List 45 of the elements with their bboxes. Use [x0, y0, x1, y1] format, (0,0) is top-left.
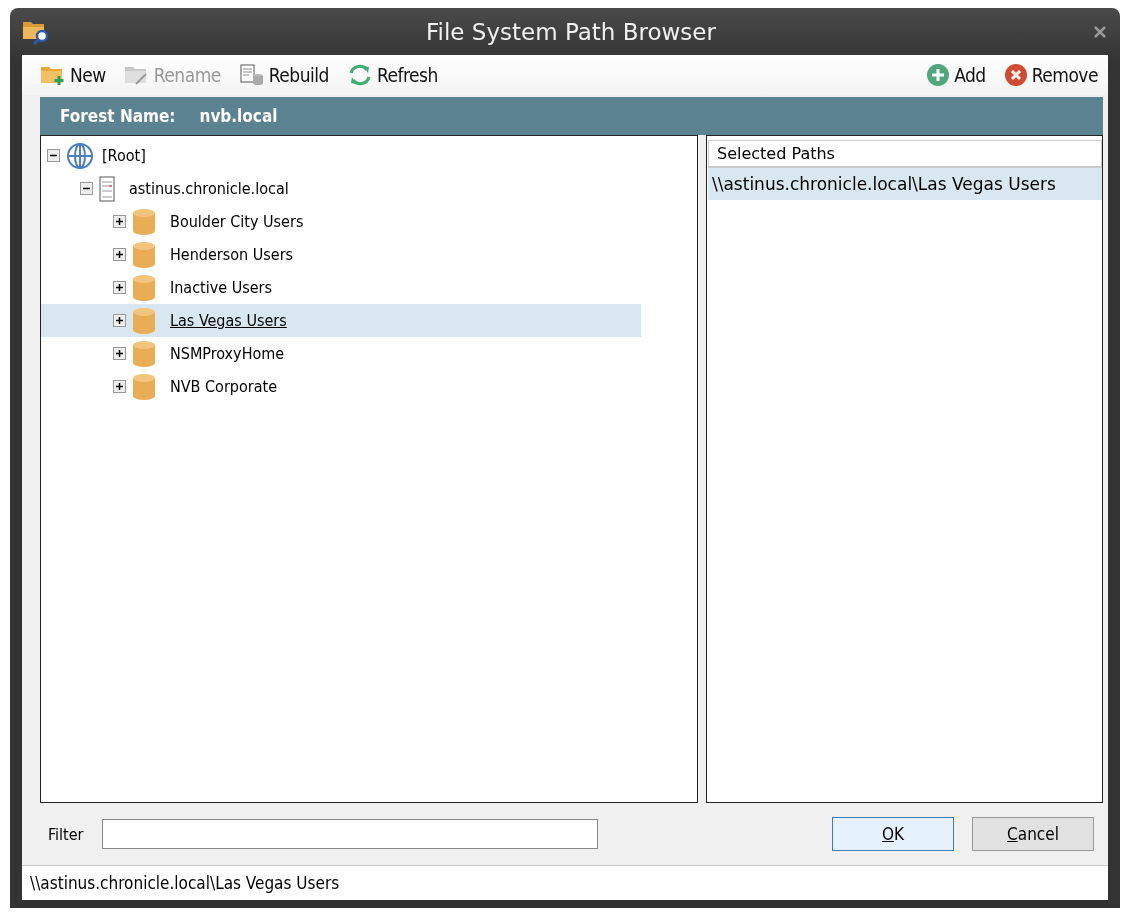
refresh-button[interactable]: Refresh: [346, 63, 438, 87]
tree-item[interactable]: Las Vegas Users: [41, 304, 641, 337]
column-header[interactable]: Selected Paths: [708, 140, 1102, 168]
globe-icon: [66, 141, 94, 170]
cylinder-icon: [132, 273, 156, 302]
folder-pencil-icon: [123, 64, 150, 86]
expand-icon[interactable]: [113, 380, 126, 393]
window-title: File System Path Browser: [425, 18, 717, 45]
status-bar: \\astinus.chronicle.local\Las Vegas Users: [22, 865, 1108, 900]
forest-name: nvb.local: [199, 106, 278, 126]
new-button[interactable]: New: [40, 64, 106, 86]
close-circle-icon: [1003, 63, 1028, 87]
expand-icon[interactable]: [113, 347, 126, 360]
expand-icon[interactable]: [113, 314, 126, 327]
plus-circle-icon: [926, 63, 951, 87]
add-button[interactable]: Add: [926, 63, 986, 87]
expand-icon[interactable]: [113, 215, 126, 228]
ok-button[interactable]: OK: [832, 817, 954, 851]
cylinder-icon: [132, 339, 156, 368]
remove-button[interactable]: Remove: [1003, 63, 1098, 87]
collapse-icon[interactable]: [80, 182, 93, 195]
cylinder-icon: [132, 372, 156, 401]
folder-add-icon: [40, 64, 66, 86]
cancel-button[interactable]: Cancel: [972, 817, 1094, 851]
tree-item[interactable]: NSMProxyHome: [41, 337, 697, 370]
path-row[interactable]: \\astinus.chronicle.local\Las Vegas Users: [708, 168, 1102, 200]
tree-item[interactable]: Henderson Users: [41, 238, 697, 271]
tree-item[interactable]: Inactive Users: [41, 271, 697, 304]
forest-label: Forest Name:: [60, 106, 176, 126]
cylinder-icon: [132, 240, 156, 269]
filter-label: Filter: [48, 824, 84, 844]
tree-item[interactable]: Boulder City Users: [41, 205, 697, 238]
tree-item[interactable]: NVB Corporate: [41, 370, 697, 403]
cylinder-icon: [132, 207, 156, 236]
tree-item[interactable]: astinus.chronicle.local: [41, 172, 697, 205]
filter-field[interactable]: [101, 819, 598, 849]
cylinder-icon: [132, 306, 156, 335]
close-button[interactable]: [1092, 23, 1108, 40]
rebuild-button[interactable]: Rebuild: [238, 64, 329, 86]
tree-item[interactable]: [Root]: [41, 139, 697, 172]
server-icon: [99, 175, 115, 202]
collapse-icon[interactable]: [47, 149, 60, 162]
expand-icon[interactable]: [113, 281, 126, 294]
document-database-icon: [238, 64, 265, 86]
expand-icon[interactable]: [113, 248, 126, 261]
